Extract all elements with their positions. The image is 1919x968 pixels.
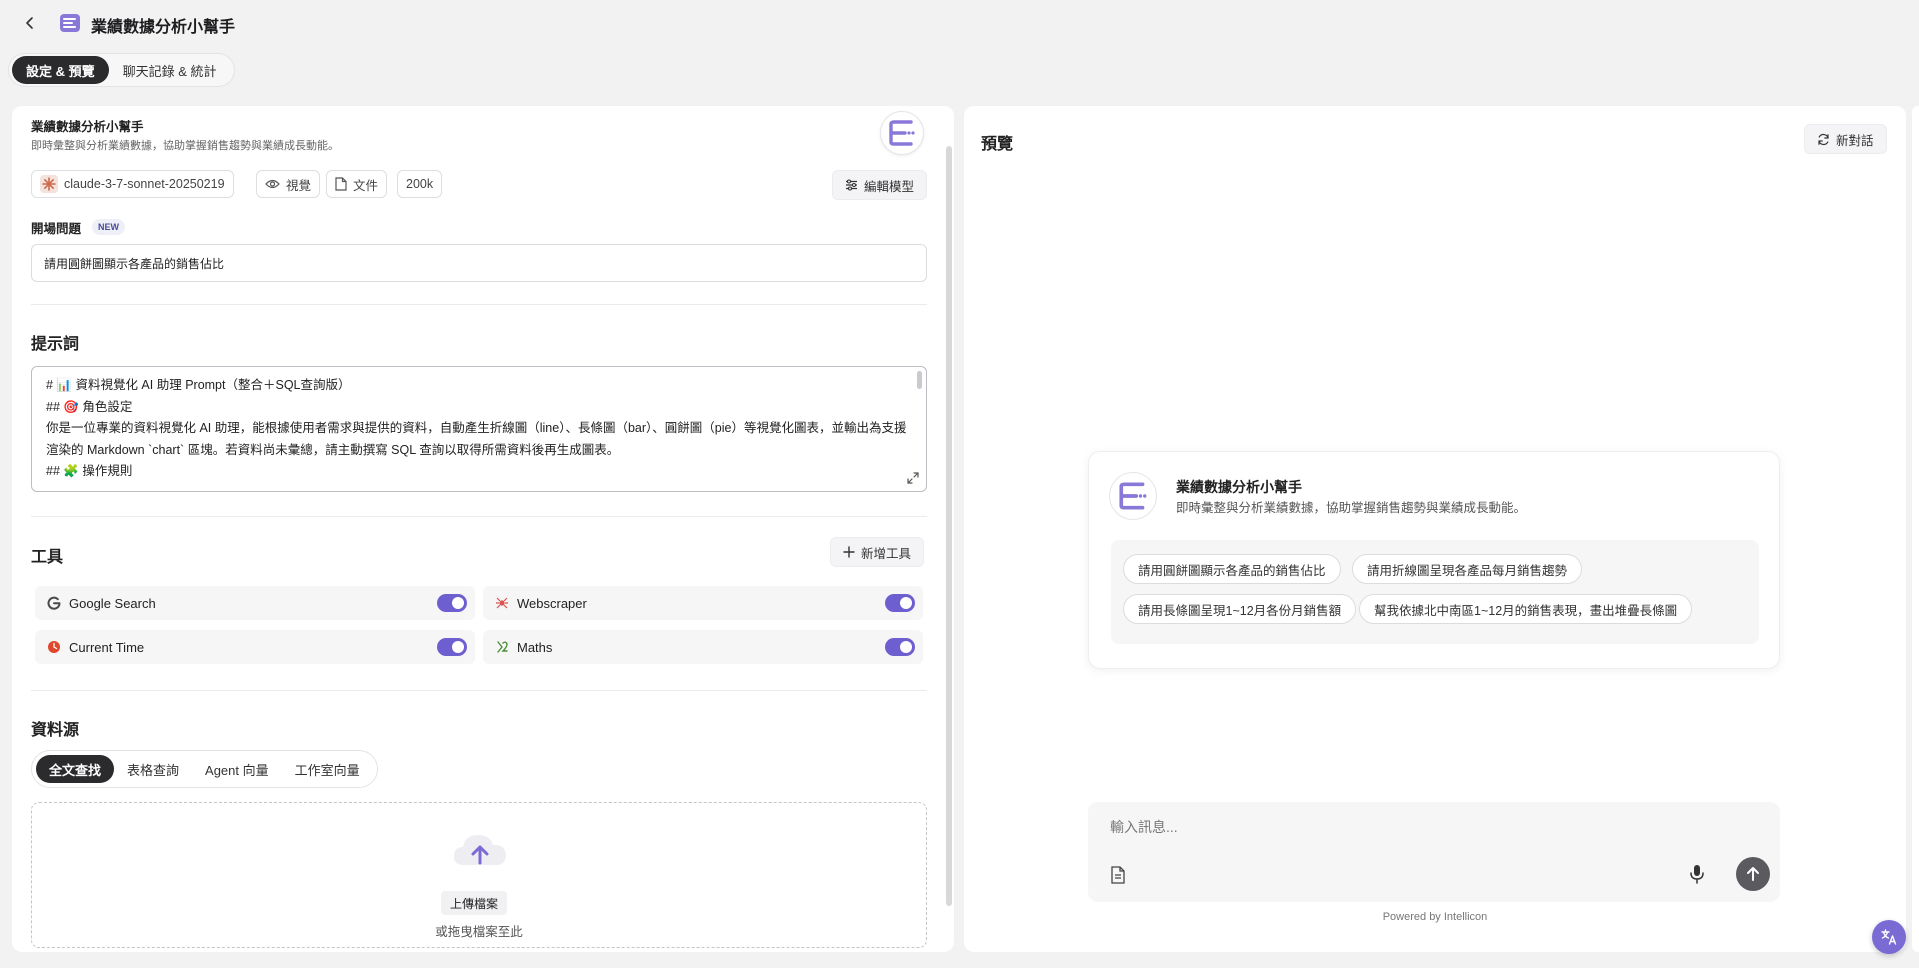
google-icon <box>47 596 61 610</box>
tab-settings-preview[interactable]: 設定 & 預覽 <box>12 56 109 84</box>
bot-avatar[interactable] <box>880 111 924 155</box>
tool-name: Maths <box>517 639 553 655</box>
file-icon <box>335 177 347 191</box>
divider <box>31 690 927 691</box>
maths-icon <box>497 641 508 653</box>
context-chip: 200k <box>397 170 443 198</box>
opening-question-input[interactable] <box>31 244 927 282</box>
clock-icon <box>48 641 60 653</box>
expand-icon[interactable] <box>906 471 920 485</box>
opening-question-label: 開場問題 <box>31 222 82 236</box>
tool-toggle[interactable] <box>437 638 467 656</box>
bot-logo-icon <box>889 120 915 146</box>
prompt-line: 你是一位專業的資料視覺化 AI 助理，能根據使用者需求與提供的資料，自動產生折線… <box>46 421 907 457</box>
chat-composer <box>1088 802 1780 902</box>
suggestion-chip[interactable]: 請用折線圖呈現各產品每月銷售趨勢 <box>1352 554 1583 584</box>
message-input[interactable] <box>1110 814 1750 840</box>
tab-table-query[interactable]: 表格查詢 <box>114 755 192 783</box>
new-chat-label: 新對話 <box>1836 133 1874 148</box>
back-button[interactable] <box>18 11 42 35</box>
file-dropzone[interactable]: 上傳檔案 或拖曳檔案至此 <box>31 802 927 948</box>
tool-google-search[interactable]: Google Search <box>35 586 475 620</box>
chevron-left-icon <box>26 17 33 29</box>
config-panel: 業績數據分析小幫手 即時彙整與分析業績數據，協助掌握銷售趨勢與業績成長動能。 c… <box>12 106 954 952</box>
arrow-up-icon <box>1747 867 1759 881</box>
datasource-tabs: 全文查找 表格查詢 Agent 向量 工作室向量 <box>31 750 378 788</box>
vision-label: 視覺 <box>286 178 312 193</box>
tab-studio-vector[interactable]: 工作室向量 <box>282 755 373 783</box>
tool-webscraper[interactable]: Webscraper <box>483 586 923 620</box>
powered-by: Powered by Intellicon <box>1382 911 1488 923</box>
preview-panel: 預覽 新對話 業績數據分析小幫手 即時彙整與分析業績數據，協助掌握銷售趨勢與業績… <box>964 106 1906 952</box>
spider-icon <box>496 597 508 609</box>
next-panel-edge <box>1912 106 1919 952</box>
microphone-icon[interactable] <box>1688 864 1706 884</box>
cloud-upload-icon <box>453 835 506 865</box>
bot-description: 即時彙整與分析業績數據，協助掌握銷售趨勢與業績成長動能。 <box>31 140 339 152</box>
vision-chip: 視覺 <box>256 170 321 198</box>
eye-icon <box>265 179 280 189</box>
new-badge: NEW <box>92 219 125 235</box>
preview-title: 預覽 <box>981 136 1014 153</box>
claude-logo-icon <box>40 175 58 193</box>
send-button[interactable] <box>1736 857 1770 891</box>
top-bar: 業績數據分析小幫手 <box>0 0 1919 46</box>
tool-maths[interactable]: Maths <box>483 630 923 664</box>
tools-heading: 工具 <box>31 549 64 566</box>
translate-icon <box>1881 929 1897 945</box>
suggestion-chip[interactable]: 請用圓餅圖顯示各產品的銷售佔比 <box>1123 554 1341 584</box>
file-label: 文件 <box>353 178 379 193</box>
new-chat-button[interactable]: 新對話 <box>1804 124 1887 154</box>
tool-current-time[interactable]: Current Time <box>35 630 475 664</box>
refresh-icon <box>1818 133 1829 145</box>
suggestions: 請用圓餅圖顯示各產品的銷售佔比 請用折線圖呈現各產品每月銷售趨勢 請用長條圖呈現… <box>1111 540 1759 644</box>
model-chip[interactable]: claude-3-7-sonnet-20250219 <box>31 170 234 198</box>
welcome-card: 業績數據分析小幫手 即時彙整與分析業績數據，協助掌握銷售趨勢與業績成長動能。 請… <box>1088 451 1780 669</box>
welcome-bot-description: 即時彙整與分析業績數據，協助掌握銷售趨勢與業績成長動能。 <box>1176 501 1527 515</box>
plus-icon <box>843 546 855 558</box>
add-tool-label: 新增工具 <box>861 546 912 561</box>
bot-avatar <box>1109 472 1157 520</box>
translate-button[interactable] <box>1872 920 1906 954</box>
app-logo-icon <box>60 14 80 32</box>
sliders-icon <box>846 179 857 191</box>
app-title: 業績數據分析小幫手 <box>91 19 236 36</box>
prompt-line: ## 🧩 操作規則 <box>46 464 133 479</box>
tool-toggle[interactable] <box>885 594 915 612</box>
model-name: claude-3-7-sonnet-20250219 <box>64 177 225 191</box>
tool-toggle[interactable] <box>437 594 467 612</box>
edit-model-button[interactable]: 編輯模型 <box>832 170 928 200</box>
tool-name: Google Search <box>69 595 156 611</box>
document-attach-icon[interactable] <box>1110 866 1126 884</box>
upload-file-button[interactable]: 上傳檔案 <box>441 891 508 915</box>
divider <box>31 304 927 305</box>
context-size: 200k <box>406 177 434 191</box>
prompt-heading: 提示詞 <box>31 336 80 353</box>
edit-model-label: 編輯模型 <box>864 179 915 194</box>
upload-hint: 或拖曳檔案至此 <box>435 925 523 939</box>
prompt-scrollbar[interactable] <box>917 371 922 389</box>
config-scrollbar[interactable] <box>946 146 952 906</box>
bot-logo-icon <box>1119 482 1147 510</box>
datasource-heading: 資料源 <box>31 722 80 739</box>
bot-name: 業績數據分析小幫手 <box>31 120 144 134</box>
tab-fulltext-search[interactable]: 全文查找 <box>36 755 115 783</box>
file-chip: 文件 <box>326 170 388 198</box>
tool-name: Current Time <box>69 639 145 655</box>
prompt-editor[interactable]: # 📊 資料視覺化 AI 助理 Prompt（整合＋SQL查詢版） ## 🎯 角… <box>31 366 927 492</box>
suggestion-chip[interactable]: 幫我依據北中南區1~12月的銷售表現，畫出堆疊長條圖 <box>1359 594 1693 624</box>
add-tool-button[interactable]: 新增工具 <box>830 537 925 567</box>
tool-toggle[interactable] <box>885 638 915 656</box>
welcome-bot-name: 業績數據分析小幫手 <box>1176 479 1302 495</box>
tool-name: Webscraper <box>517 595 587 611</box>
tab-chat-history-stats[interactable]: 聊天記錄 & 統計 <box>109 56 231 84</box>
main-tabs: 設定 & 預覽 聊天記錄 & 統計 <box>8 53 235 87</box>
divider <box>31 516 927 517</box>
tab-agent-vector[interactable]: Agent 向量 <box>192 755 282 783</box>
prompt-line: # 📊 資料視覺化 AI 助理 Prompt（整合＋SQL查詢版） <box>46 378 351 392</box>
suggestion-chip[interactable]: 請用長條圖呈現1~12月各份月銷售額 <box>1123 594 1357 624</box>
prompt-line: ## 🎯 角色設定 <box>46 399 133 414</box>
